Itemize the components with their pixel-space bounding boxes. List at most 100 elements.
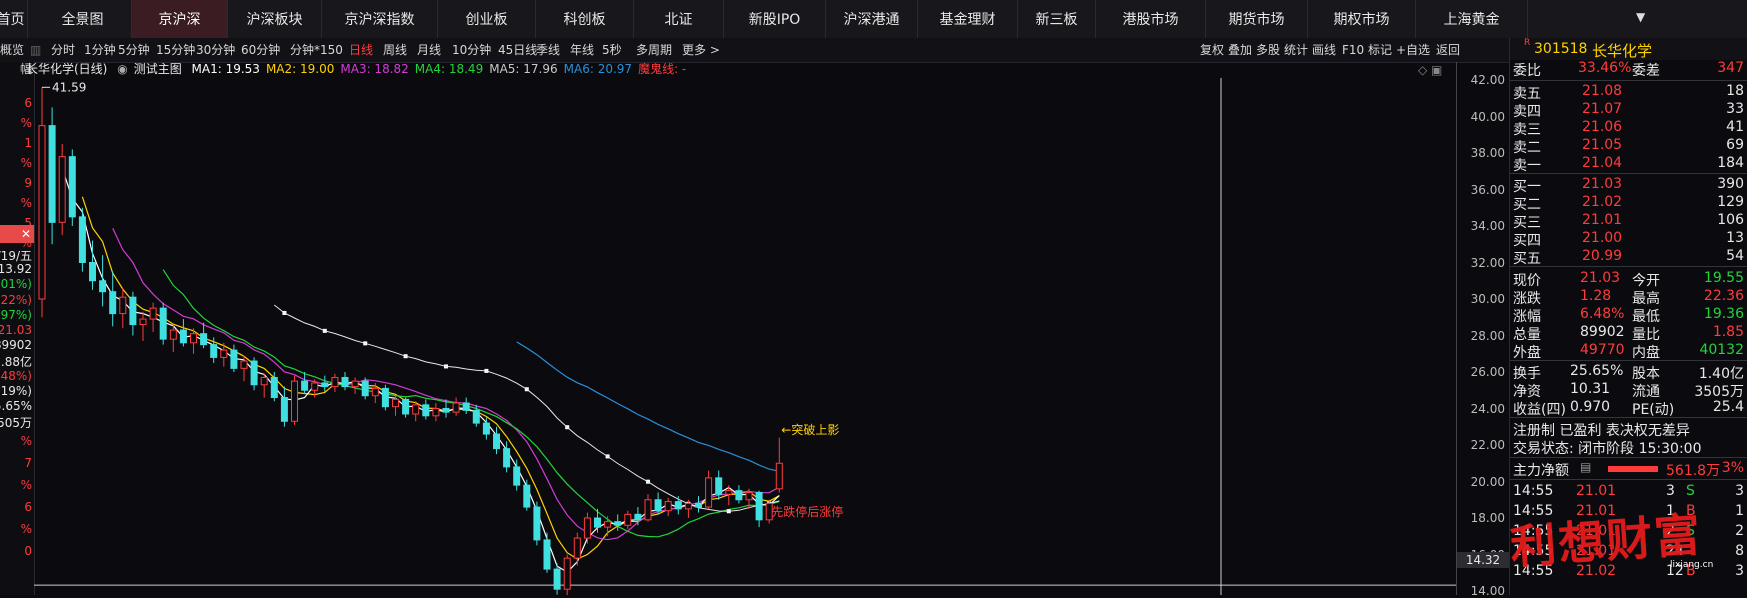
nav-tab-9[interactable]: 沪深港通 bbox=[826, 0, 918, 38]
left-pct-1: 6 bbox=[24, 96, 32, 110]
period-10[interactable]: 10分钟 bbox=[452, 38, 491, 62]
candle-body bbox=[311, 382, 319, 391]
toolbar-divider-icon: ▥ bbox=[30, 43, 42, 57]
top-nav: 首页 全景图 京沪深 沪深板块 京沪深指数 创业板 科创板 北证 新股IPO 沪深港通 基金理财 新三… bbox=[0, 0, 1747, 39]
nav-tab-7[interactable]: 北证 bbox=[634, 0, 724, 38]
tool-2[interactable]: 多股 bbox=[1256, 38, 1280, 62]
nav-more-chevron-icon[interactable]: ▼ bbox=[1636, 10, 1645, 24]
left-pct-b-5: 0 bbox=[24, 544, 32, 558]
stat2-label: 流通 bbox=[1632, 384, 1660, 400]
y-tick-2: 38.00 bbox=[1470, 146, 1505, 160]
period-12[interactable]: 季线 bbox=[536, 38, 560, 62]
ask-vol: 69 bbox=[1726, 137, 1744, 153]
candle-body bbox=[280, 397, 288, 422]
tool-0[interactable]: 复权 bbox=[1200, 38, 1224, 62]
overview-tab[interactable]: 概览 bbox=[0, 38, 24, 62]
stat-label: 内盘 bbox=[1632, 345, 1660, 361]
period-6[interactable]: 分钟*150 bbox=[290, 38, 343, 62]
nav-tab-13[interactable]: 期货市场 bbox=[1206, 0, 1308, 38]
nav-tab-8[interactable]: 新股IPO bbox=[724, 0, 826, 38]
candle-body bbox=[240, 360, 248, 369]
candle-body bbox=[341, 376, 349, 388]
candle-body bbox=[664, 501, 672, 512]
nav-tab-12[interactable]: 港股市场 bbox=[1096, 0, 1206, 38]
kline-chart[interactable]: 41.59 ←突破上影先跌停后涨停 bbox=[34, 78, 1456, 595]
ma2-line bbox=[81, 196, 780, 560]
settings-icon[interactable]: ◉ bbox=[117, 62, 127, 76]
divider bbox=[1510, 266, 1747, 267]
period-4[interactable]: 30分钟 bbox=[196, 38, 235, 62]
left-pct-3: 1 bbox=[24, 136, 32, 150]
nav-tab-2[interactable]: 京沪深 bbox=[132, 0, 228, 38]
weibi-value: 33.46% bbox=[1578, 60, 1632, 76]
bid-label: 买四 bbox=[1513, 233, 1541, 249]
nav-tab-4[interactable]: 京沪深指数 bbox=[322, 0, 438, 38]
tool-6[interactable]: 标记 bbox=[1368, 38, 1392, 62]
tooltip-close-icon[interactable]: ✕ bbox=[0, 225, 34, 243]
tick-count: 8 bbox=[1735, 543, 1744, 559]
main-flow-bar bbox=[1608, 466, 1658, 472]
tool-7[interactable]: +自选 bbox=[1396, 38, 1430, 62]
candle-body bbox=[139, 318, 147, 326]
nav-tab-10[interactable]: 基金理财 bbox=[918, 0, 1018, 38]
bid-vol: 54 bbox=[1726, 248, 1744, 264]
period-13[interactable]: 年线 bbox=[570, 38, 594, 62]
period-9[interactable]: 月线 bbox=[417, 38, 441, 62]
nav-tab-0[interactable]: 首页 bbox=[0, 0, 28, 38]
nav-tab-15[interactable]: 上海黄金 bbox=[1416, 0, 1528, 38]
period-16[interactable]: 更多 > bbox=[682, 38, 720, 62]
period-5[interactable]: 60分钟 bbox=[241, 38, 280, 62]
period-7[interactable]: 日线 bbox=[349, 38, 373, 62]
nav-tab-1[interactable]: 全景图 bbox=[34, 0, 132, 38]
tool-8[interactable]: 返回 bbox=[1436, 38, 1460, 62]
tool-4[interactable]: 画线 bbox=[1312, 38, 1336, 62]
period-1[interactable]: 1分钟 bbox=[84, 38, 116, 62]
stat-label: 量比 bbox=[1632, 327, 1660, 343]
nav-tab-3[interactable]: 沪深板块 bbox=[228, 0, 322, 38]
stat-value: 22.36 bbox=[1703, 288, 1744, 304]
stock-flags: 注册制 已盈利 表决权无差异 bbox=[1513, 423, 1690, 439]
period-15[interactable]: 多周期 bbox=[636, 38, 672, 62]
tick-count: 3 bbox=[1735, 483, 1744, 499]
divider bbox=[1510, 479, 1747, 480]
ma4-line bbox=[162, 269, 780, 538]
nav-tab-14[interactable]: 期权市场 bbox=[1308, 0, 1416, 38]
bid-vol: 390 bbox=[1717, 176, 1744, 192]
tool-3[interactable]: 统计 bbox=[1284, 38, 1308, 62]
period-11[interactable]: 45日线 bbox=[498, 38, 537, 62]
main-flow-label: 主力净额 bbox=[1513, 463, 1569, 479]
period-2[interactable]: 5分钟 bbox=[118, 38, 150, 62]
period-8[interactable]: 周线 bbox=[383, 38, 407, 62]
nav-tab-11[interactable]: 新三板 bbox=[1018, 0, 1096, 38]
flow-detail-icon[interactable]: ▤ bbox=[1580, 460, 1591, 474]
bid-price: 20.99 bbox=[1582, 248, 1623, 264]
ask-label: 卖三 bbox=[1513, 122, 1541, 138]
candle-body bbox=[78, 216, 86, 263]
tick-price: 21.01 bbox=[1576, 483, 1617, 499]
candle-body bbox=[301, 380, 309, 391]
nav-tab-5[interactable]: 创业板 bbox=[438, 0, 536, 38]
divider bbox=[1510, 360, 1747, 361]
annotation-breakout: ←突破上影 bbox=[781, 422, 839, 437]
expand-icon[interactable]: ◇ ▣ bbox=[1418, 63, 1442, 77]
bid-price: 21.02 bbox=[1582, 194, 1623, 210]
candle-body bbox=[452, 402, 460, 413]
stat2-label: PE(动) bbox=[1632, 402, 1675, 418]
chart-mode[interactable]: 测试主图 bbox=[134, 62, 182, 76]
ask-label: 卖五 bbox=[1513, 86, 1541, 102]
left-pct-5: 9 bbox=[24, 176, 32, 190]
candle-body bbox=[38, 125, 46, 300]
tool-5[interactable]: F10 bbox=[1342, 38, 1364, 62]
period-3[interactable]: 15分钟 bbox=[156, 38, 195, 62]
candle-body bbox=[48, 125, 56, 223]
candle-body bbox=[725, 490, 733, 495]
stat2-label: 换手 bbox=[1513, 366, 1541, 382]
nav-tab-6[interactable]: 科创板 bbox=[536, 0, 634, 38]
period-14[interactable]: 5秒 bbox=[602, 38, 622, 62]
chart-title: 长华化学(日线) bbox=[26, 62, 108, 76]
tooltip-stat-11: 3505万 bbox=[0, 416, 32, 431]
stat-label: 现价 bbox=[1513, 273, 1541, 289]
stat2-value: 25.65% bbox=[1570, 363, 1624, 379]
tool-1[interactable]: 叠加 bbox=[1228, 38, 1252, 62]
period-0[interactable]: 分时 bbox=[51, 38, 75, 62]
